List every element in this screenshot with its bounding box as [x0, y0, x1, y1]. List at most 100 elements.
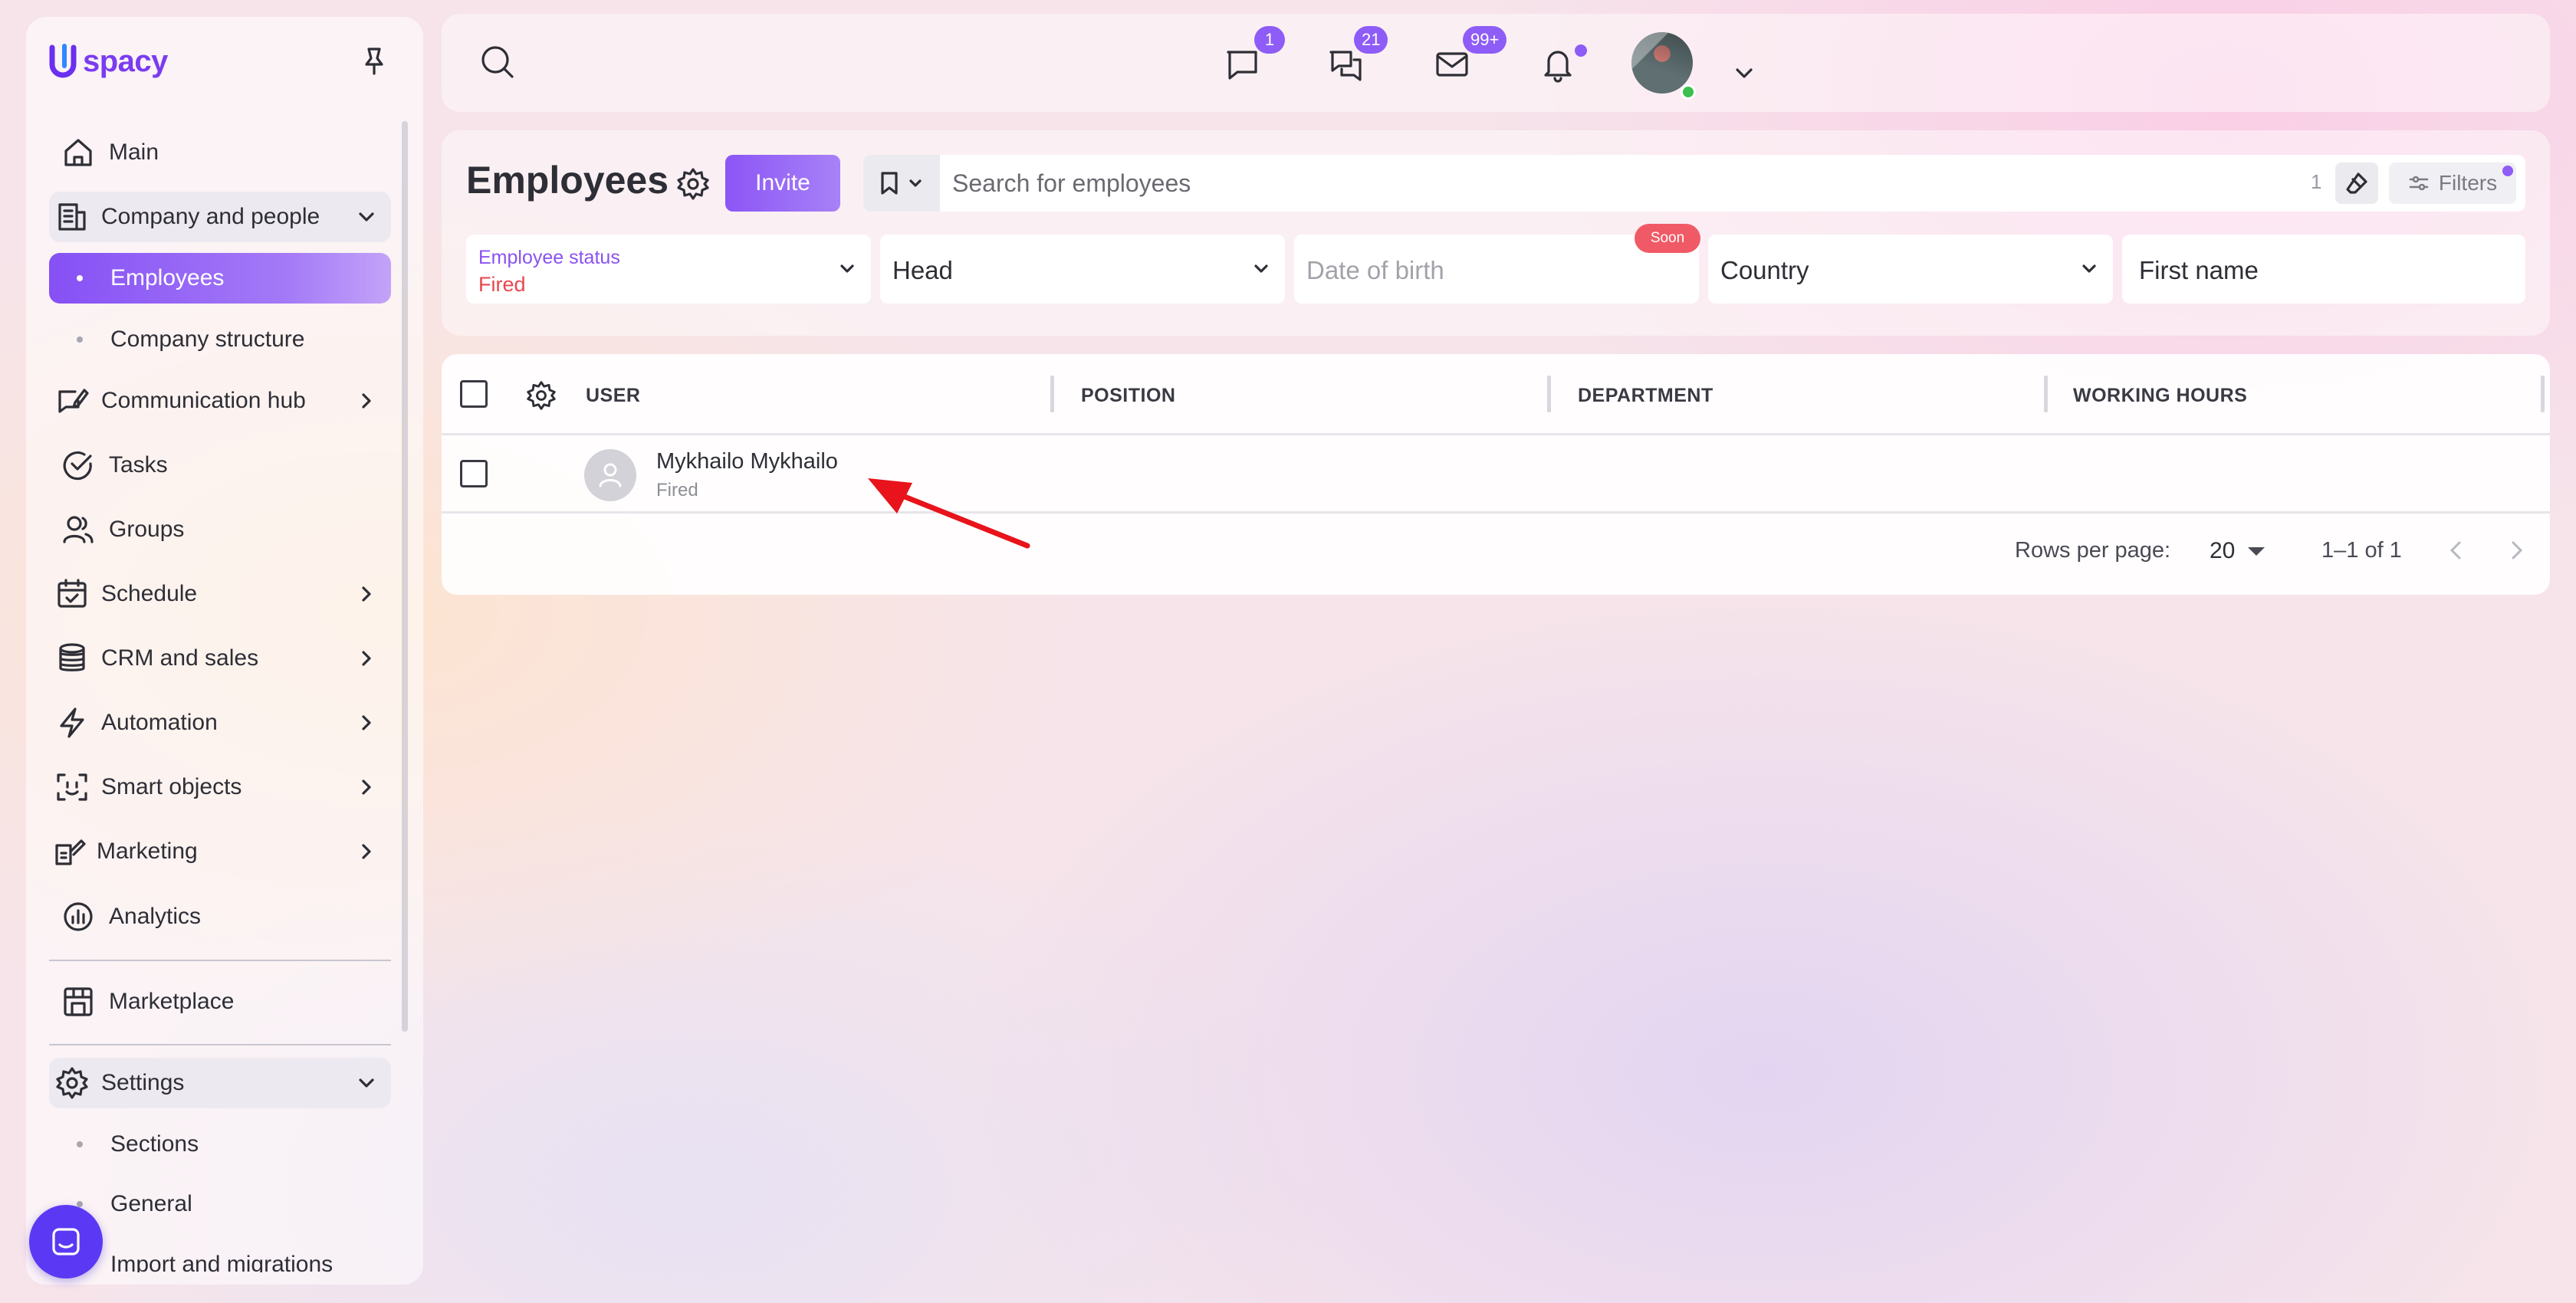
employee-status-filter[interactable]: Employee status Fired: [466, 235, 871, 304]
eraser-icon: [2346, 172, 2367, 194]
bullet-icon: [77, 275, 83, 281]
gear-icon[interactable]: [676, 167, 710, 201]
first-name-filter[interactable]: First name: [2122, 235, 2525, 304]
store-icon: [58, 982, 98, 1022]
sidebar-item-sections[interactable]: Sections: [49, 1119, 391, 1170]
saved-filters-button[interactable]: [863, 155, 940, 212]
employee-name-link[interactable]: Mykhailo Mykhailo: [656, 449, 838, 474]
annotation-arrow-icon: [868, 478, 1030, 549]
sidebar-item-employees[interactable]: Employees: [49, 253, 391, 304]
country-filter[interactable]: Country: [1708, 235, 2113, 304]
sidebar-item-groups[interactable]: Groups: [49, 504, 391, 555]
sidebar-item-label: Marketing: [97, 839, 198, 864]
previous-page-icon[interactable]: [2441, 535, 2472, 566]
page-title: Employees: [466, 159, 669, 202]
table-row[interactable]: Mykhailo Mykhailo Fired: [442, 435, 2550, 514]
gear-icon: [52, 1063, 92, 1103]
sidebar-item-tasks[interactable]: Tasks: [49, 440, 391, 491]
chevron-down-icon: [359, 1078, 374, 1088]
search-icon[interactable]: [478, 43, 518, 83]
sidebar-item-label: Company and people: [101, 204, 320, 229]
home-icon: [58, 133, 98, 172]
sidebar-item-label: Tasks: [109, 452, 168, 478]
chevron-down-icon[interactable]: [1731, 60, 1757, 86]
sidebar-item-main[interactable]: Main: [49, 127, 391, 178]
sidebar-divider: [49, 960, 391, 961]
filter-label: Head: [892, 256, 953, 284]
employees-table: USER POSITION DEPARTMENT WORKING HOURS M…: [442, 354, 2550, 595]
pagination-range: 1–1 of 1: [2321, 538, 2402, 563]
user-avatar[interactable]: [1631, 32, 1693, 94]
search-input[interactable]: [952, 166, 2256, 201]
sidebar-item-schedule[interactable]: Schedule: [49, 569, 391, 619]
messages-badge: 1: [1254, 26, 1285, 54]
filters-label: Filters: [2438, 171, 2498, 195]
chevron-right-icon: [362, 393, 371, 409]
sidebar-item-label: Smart objects: [101, 774, 242, 799]
building-icon: [52, 197, 92, 237]
chevron-down-icon: [840, 264, 854, 273]
soon-badge: Soon: [1635, 224, 1700, 253]
chats-icon: [1329, 51, 1362, 81]
bullet-icon: [77, 1141, 83, 1147]
chevron-right-icon: [362, 586, 371, 602]
column-header-working-hours[interactable]: WORKING HOURS: [2073, 385, 2247, 407]
chevron-down-icon: [1254, 264, 1268, 273]
sidebar-item-communication-hub[interactable]: Communication hub: [49, 376, 391, 426]
filters-button[interactable]: Filters: [2389, 162, 2516, 204]
sidebar-item-label: CRM and sales: [101, 645, 259, 671]
column-header-position[interactable]: POSITION: [1081, 385, 1175, 407]
online-status-indicator: [1681, 84, 1696, 100]
sidebar-item-label: Communication hub: [101, 388, 306, 413]
sidebar-item-label: Sections: [110, 1131, 199, 1157]
notifications-button[interactable]: [1536, 43, 1579, 86]
messages-button[interactable]: [1221, 43, 1263, 86]
column-resize-handle[interactable]: [2044, 376, 2048, 412]
column-settings-gear-icon[interactable]: [526, 380, 557, 411]
column-resize-handle[interactable]: [1547, 376, 1551, 412]
clear-search-button[interactable]: [2335, 162, 2378, 204]
chats-badge: 21: [1354, 26, 1388, 54]
column-header-user[interactable]: USER: [586, 385, 640, 407]
column-header-department[interactable]: DEPARTMENT: [1578, 385, 1714, 407]
caret-down-icon[interactable]: [2248, 547, 2265, 556]
support-chat-button[interactable]: [29, 1205, 103, 1278]
sidebar-item-marketing[interactable]: Marketing: [49, 826, 391, 877]
sidebar-item-company-structure[interactable]: Company structure: [49, 314, 391, 365]
next-page-icon[interactable]: [2501, 535, 2532, 566]
head-filter[interactable]: Head: [880, 235, 1285, 304]
sidebar-scrollbar[interactable]: [402, 121, 408, 1032]
select-all-checkbox[interactable]: [460, 380, 488, 408]
filter-label: Country: [1720, 256, 1809, 284]
user-avatar-placeholder[interactable]: [584, 449, 636, 501]
sidebar-item-general[interactable]: General: [49, 1179, 391, 1229]
chat-widget-icon: [52, 1228, 80, 1255]
invite-button[interactable]: Invite: [725, 155, 840, 212]
bell-icon: [1544, 51, 1572, 83]
top-bar: 1 21 99+: [442, 14, 2550, 112]
search-result-count: 1: [2311, 170, 2322, 193]
sidebar-item-label: Groups: [109, 517, 185, 542]
sidebar-item-company-and-people[interactable]: Company and people: [49, 192, 391, 242]
chevron-down-icon: [909, 179, 922, 187]
sidebar-item-marketplace[interactable]: Marketplace: [49, 976, 391, 1027]
rows-per-page-select[interactable]: 20: [2210, 538, 2235, 564]
row-checkbox[interactable]: [460, 460, 488, 487]
sidebar-item-label: Schedule: [101, 581, 198, 606]
sidebar-item-automation[interactable]: Automation: [49, 697, 391, 748]
chat-pen-icon: [52, 381, 92, 421]
sliders-icon: [2409, 176, 2429, 191]
sidebar-item-label: Import and migrations: [110, 1252, 334, 1272]
sidebar-item-smart-objects[interactable]: Smart objects: [49, 762, 391, 812]
notification-dot: [1575, 44, 1587, 57]
sidebar-item-crm-and-sales[interactable]: CRM and sales: [49, 633, 391, 684]
sidebar-item-label: Employees: [110, 265, 225, 290]
chevron-down-icon: [2082, 264, 2096, 273]
filter-value: Fired: [478, 273, 526, 296]
chevron-right-icon: [362, 715, 371, 730]
column-resize-handle[interactable]: [1050, 376, 1054, 412]
column-resize-handle[interactable]: [2541, 376, 2545, 412]
sidebar-item-settings[interactable]: Settings: [49, 1058, 391, 1108]
calendar-icon: [52, 574, 92, 614]
sidebar-item-analytics[interactable]: Analytics: [49, 891, 391, 942]
